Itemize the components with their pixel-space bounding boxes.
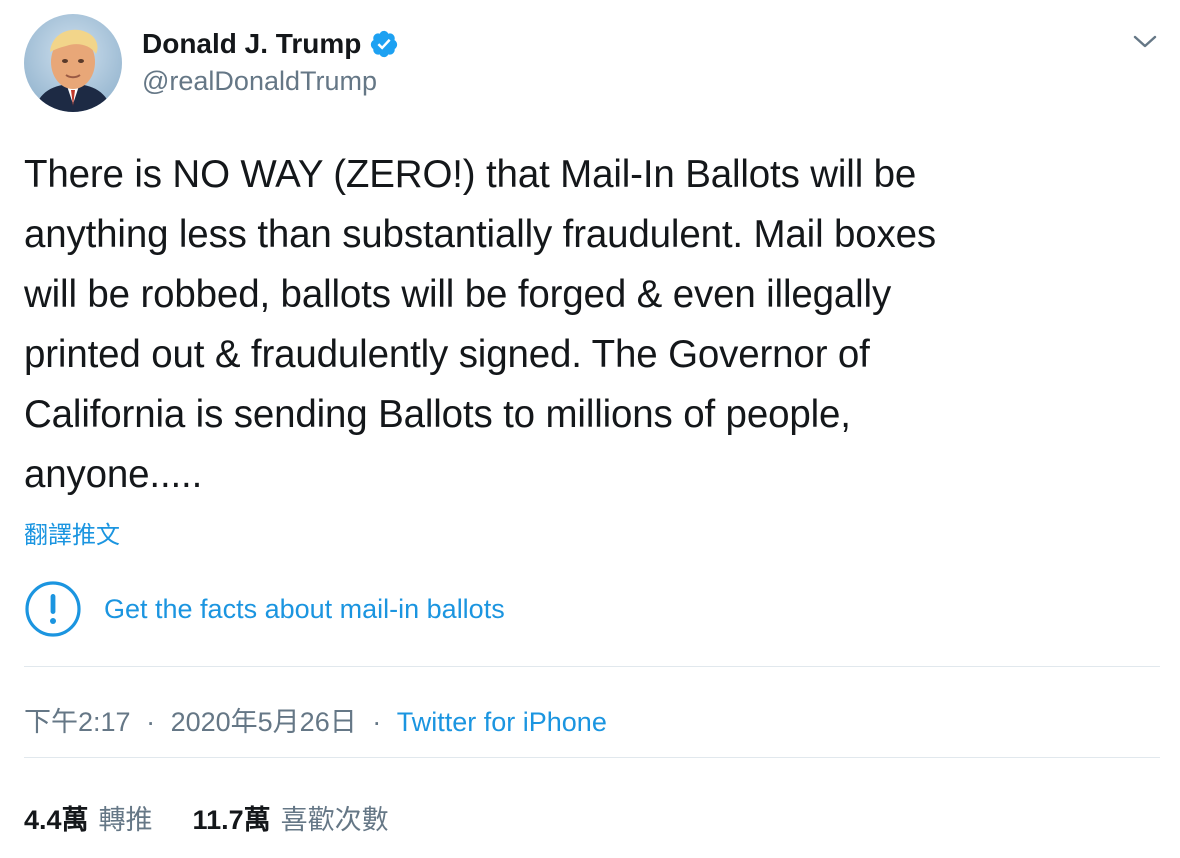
divider <box>24 757 1160 758</box>
exclamation-circle-icon <box>24 580 82 638</box>
likes-count: 11.7萬 <box>192 805 271 835</box>
translate-tweet-link[interactable]: 翻譯推文 <box>24 515 120 550</box>
profile-photo <box>24 14 122 112</box>
display-name[interactable]: Donald J. Trump <box>142 28 361 60</box>
retweets-label: 轉推 <box>98 805 153 835</box>
likes-stat[interactable]: 11.7萬 喜歡次數 <box>193 798 389 837</box>
tweet-stats: 4.4萬 轉推 11.7萬 喜歡次數 <box>24 798 389 837</box>
likes-label: 喜歡次數 <box>280 805 389 835</box>
verified-badge-icon <box>369 29 399 59</box>
author-handle[interactable]: @realDonaldTrump <box>142 66 377 97</box>
retweets-count: 4.4萬 <box>24 805 89 835</box>
tweet-metadata: 下午2:17 · 2020年5月26日 · Twitter for iPhone <box>24 700 607 739</box>
divider <box>24 666 1160 667</box>
tweet-text: There is NO WAY (ZERO!) that Mail-In Bal… <box>24 153 937 496</box>
tweet-date[interactable]: 2020年5月26日 <box>171 707 357 737</box>
fact-check-label[interactable]: Get the facts about mail-in ballots <box>24 580 505 638</box>
separator-dot: · <box>372 707 382 737</box>
retweets-stat[interactable]: 4.4萬 轉推 <box>24 798 153 837</box>
separator-dot: · <box>146 707 156 737</box>
avatar[interactable] <box>24 14 122 112</box>
author-name-row[interactable]: Donald J. Trump <box>142 28 399 60</box>
chevron-down-icon[interactable] <box>1128 26 1162 56</box>
tweet-source-link[interactable]: Twitter for iPhone <box>397 707 607 737</box>
tweet-time[interactable]: 下午2:17 <box>24 707 131 737</box>
fact-check-text[interactable]: Get the facts about mail-in ballots <box>104 594 505 625</box>
